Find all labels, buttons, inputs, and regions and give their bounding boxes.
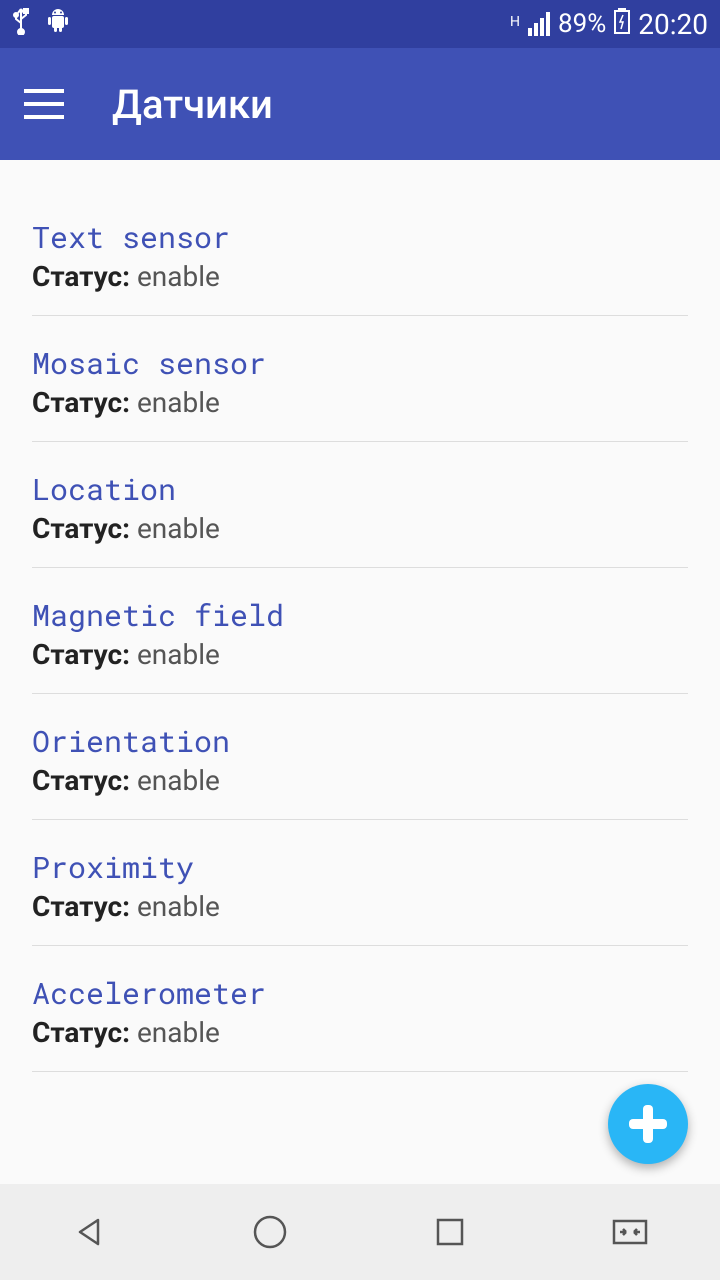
sensor-name: Text sensor xyxy=(32,220,688,256)
signal-icon xyxy=(528,12,550,36)
add-button[interactable] xyxy=(608,1084,688,1164)
screenshot-share-button[interactable] xyxy=(608,1210,652,1254)
status-label: Статус: xyxy=(32,1016,130,1049)
sensor-name: Proximity xyxy=(32,850,688,886)
sensor-name: Location xyxy=(32,472,688,508)
sensor-status: Статус: enable xyxy=(32,386,688,419)
status-bar: H 89% 20:20 xyxy=(0,0,720,48)
home-button[interactable] xyxy=(248,1210,292,1254)
status-label: Статус: xyxy=(32,638,130,671)
sensor-status: Статус: enable xyxy=(32,638,688,671)
sensor-item[interactable]: Proximity Статус: enable xyxy=(32,820,688,946)
status-value: enable xyxy=(130,1016,220,1049)
battery-charging-icon xyxy=(614,8,630,40)
status-label: Статус: xyxy=(32,890,130,923)
usb-icon xyxy=(12,7,30,41)
status-value: enable xyxy=(130,260,220,293)
sensor-status: Статус: enable xyxy=(32,890,688,923)
sensor-name: Orientation xyxy=(32,724,688,760)
sensor-item[interactable]: Text sensor Статус: enable xyxy=(32,190,688,316)
sensor-item[interactable]: Mosaic sensor Статус: enable xyxy=(32,316,688,442)
menu-icon[interactable] xyxy=(24,89,64,119)
network-type-label: H xyxy=(510,14,520,30)
sensor-name: Mosaic sensor xyxy=(32,346,688,382)
sensor-name: Magnetic field xyxy=(32,598,688,634)
sensor-status: Статус: enable xyxy=(32,1016,688,1049)
status-label: Статус: xyxy=(32,386,130,419)
app-bar: Датчики xyxy=(0,48,720,160)
recent-apps-button[interactable] xyxy=(428,1210,472,1254)
status-value: enable xyxy=(130,386,220,419)
sensor-item[interactable]: Orientation Статус: enable xyxy=(32,694,688,820)
sensor-name: Accelerometer xyxy=(32,976,688,1012)
status-label: Статус: xyxy=(32,764,130,797)
back-button[interactable] xyxy=(68,1210,112,1254)
status-label: Статус: xyxy=(32,260,130,293)
sensor-status: Статус: enable xyxy=(32,512,688,545)
sensor-status: Статус: enable xyxy=(32,764,688,797)
battery-percent: 89% xyxy=(558,9,606,39)
status-value: enable xyxy=(130,638,220,671)
sensor-list[interactable]: Text sensor Статус: enable Mosaic sensor Ст… xyxy=(0,160,720,1184)
status-value: enable xyxy=(130,512,220,545)
sensor-item[interactable]: Accelerometer Статус: enable xyxy=(32,946,688,1072)
status-value: enable xyxy=(130,764,220,797)
system-nav-bar xyxy=(0,1184,720,1280)
sensor-status: Статус: enable xyxy=(32,260,688,293)
clock: 20:20 xyxy=(638,8,708,41)
sensor-item[interactable]: Location Статус: enable xyxy=(32,442,688,568)
page-title: Датчики xyxy=(112,81,273,128)
sensor-item[interactable]: Magnetic field Статус: enable xyxy=(32,568,688,694)
android-debug-icon xyxy=(44,9,72,39)
status-value: enable xyxy=(130,890,220,923)
status-label: Статус: xyxy=(32,512,130,545)
